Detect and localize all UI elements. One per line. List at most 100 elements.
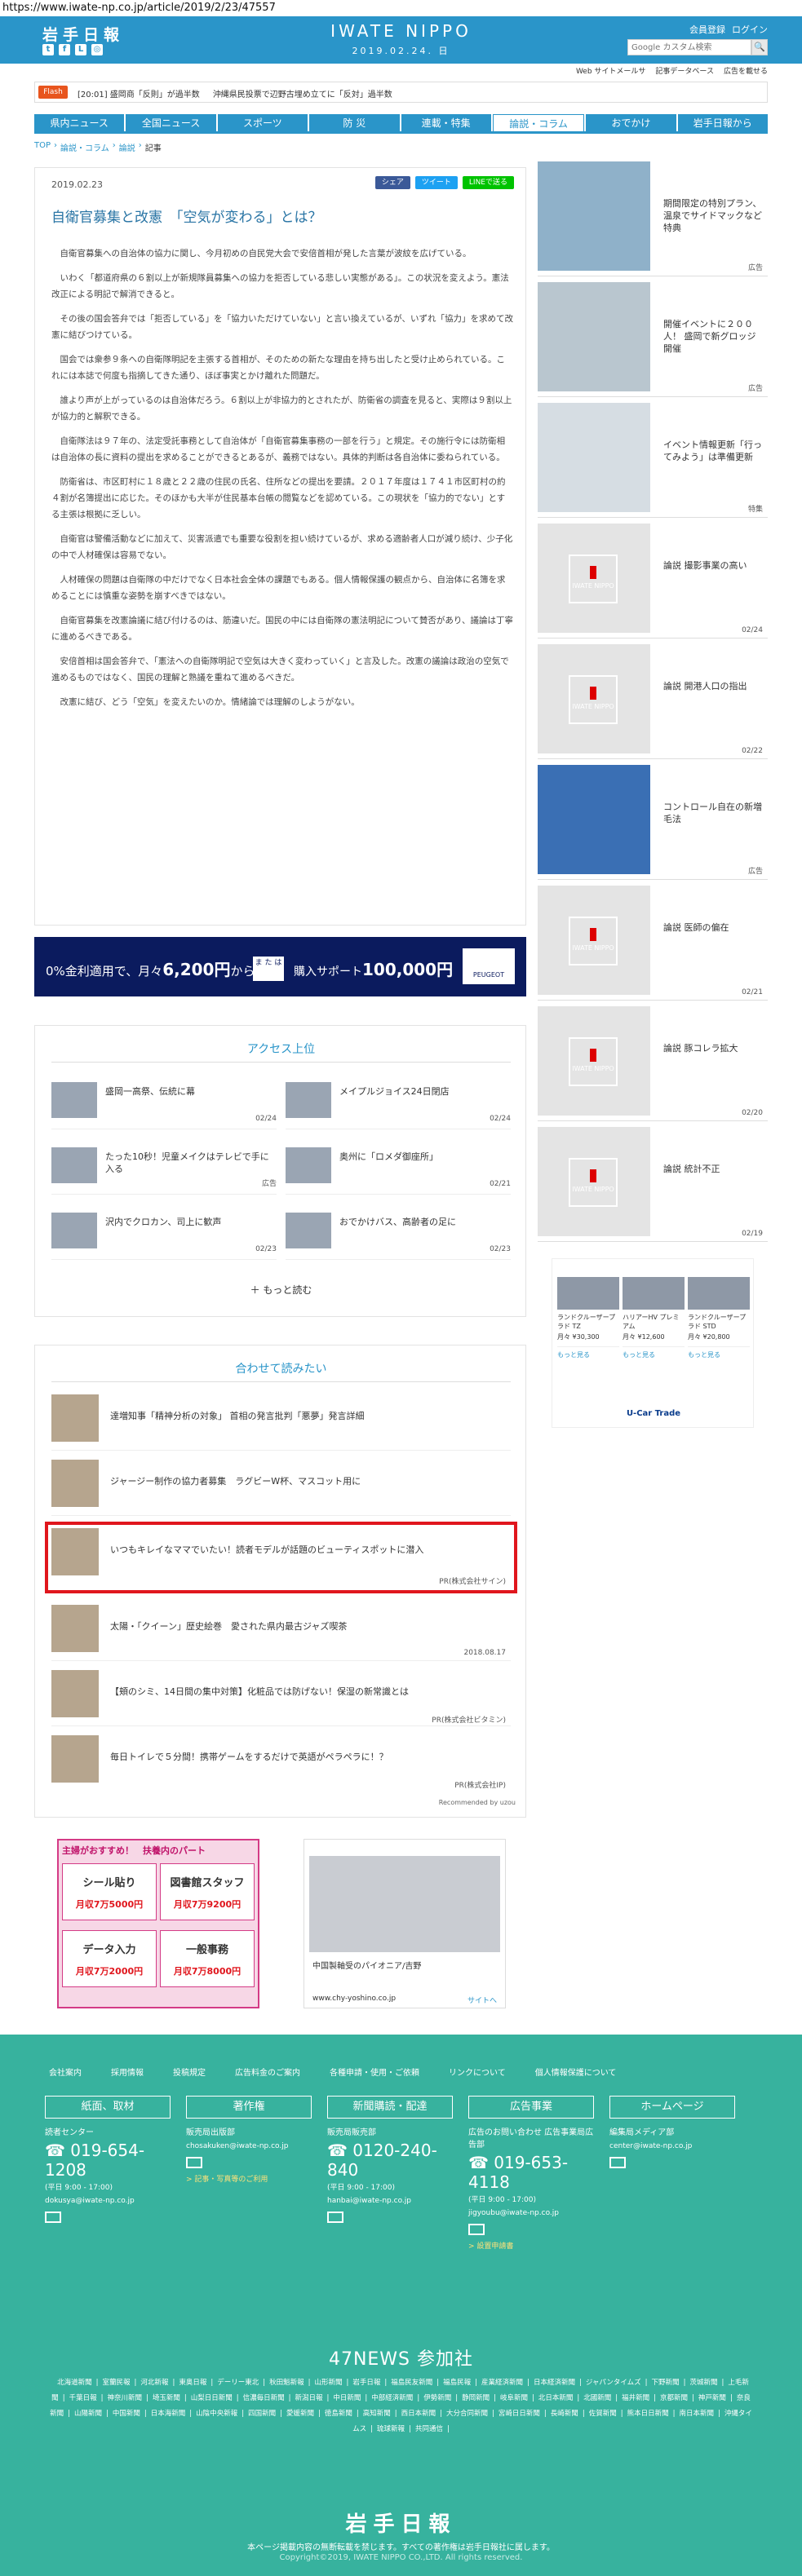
flash-item[interactable]: [20:01] 盛岡商「反則」が過半数 [78, 87, 200, 99]
recommended-item[interactable]: 毎日トイレで５分間！携帯ゲームをするだけで英語がペラペラに！？ PR(株式会社I… [51, 1735, 511, 1791]
ranking-item[interactable]: 奥州に「ロメダ御座所」 02/21 [286, 1144, 511, 1195]
partner-link[interactable]: 中部経済新聞 [371, 2394, 413, 2402]
sidebar-card[interactable]: コントロール自在の新増毛法 広告 [538, 765, 768, 880]
partner-link[interactable]: 琉球新報 [377, 2425, 405, 2433]
car-more-button[interactable]: もっと見る [623, 1346, 685, 1359]
search-input[interactable] [627, 39, 751, 55]
sidebar-card[interactable]: 開催イベントに２００人！ 盛岡で新グロッジ開催 広告 [538, 282, 768, 397]
nav-item[interactable]: 防 災 [309, 114, 400, 131]
partner-link[interactable]: 徳島新聞 [325, 2410, 352, 2418]
phone-number[interactable]: ☎ 0120-240-840 [327, 2141, 458, 2180]
partner-link[interactable]: 東奥日報 [179, 2379, 206, 2387]
line-share-button[interactable]: LINEで送る [462, 176, 514, 189]
partner-link[interactable]: 岩手日報 [352, 2379, 380, 2387]
partner-link[interactable]: 信濃毎日新聞 [243, 2394, 285, 2402]
partner-link[interactable]: 秋田魁新報 [269, 2379, 304, 2387]
partner-link[interactable]: 河北新報 [140, 2379, 168, 2387]
nav-item[interactable]: 全国ニュース [126, 114, 216, 131]
sublink[interactable]: 記事データベース [655, 65, 714, 76]
partner-link[interactable]: 南日本新聞 [679, 2410, 714, 2418]
search-button[interactable]: 🔍 [751, 39, 768, 55]
partner-link[interactable]: 茨城新聞 [689, 2379, 717, 2387]
nav-item[interactable]: 県内ニュース [34, 114, 125, 131]
car-ad[interactable]: ランドクルーザープラド TZ 月々 ¥30,300 もっと見る ハリアーHV プ… [552, 1258, 754, 1428]
mail-icon[interactable] [327, 2211, 343, 2223]
url-bar[interactable]: https://www.iwate-np.co.jp/article/2019/… [0, 0, 802, 16]
tweet-button[interactable]: ツイート [414, 176, 458, 189]
partner-link[interactable]: 伊勢新聞 [423, 2394, 451, 2402]
car-item[interactable]: ランドクルーザープラド STD 月々 ¥20,800 もっと見る [688, 1277, 750, 1359]
phone-number[interactable]: ☎ 019-654-1208 [45, 2141, 175, 2180]
mail-icon[interactable] [186, 2157, 202, 2168]
nav-item[interactable]: スポーツ [217, 114, 308, 131]
info-link[interactable]: > 記事・写真等のご利用 [186, 2173, 317, 2184]
partner-link[interactable]: 室蘭民報 [103, 2379, 131, 2387]
partner-link[interactable]: ジャパンタイムズ [586, 2379, 641, 2387]
recommended-item[interactable]: 【頬のシミ、14日間の集中対策】化粧品では防げない！保湿の新常識とは PR(株式… [51, 1670, 511, 1726]
partner-link[interactable]: 佐賀新聞 [589, 2410, 617, 2418]
email-link[interactable]: hanbai@iwate-np.co.jp [327, 2197, 458, 2205]
partner-link[interactable]: 日本海新聞 [151, 2410, 186, 2418]
partner-link[interactable]: 中国新聞 [113, 2410, 140, 2418]
partner-link[interactable]: 下野新聞 [652, 2379, 680, 2387]
info-link[interactable]: > 設置申請書 [468, 2240, 599, 2251]
footer-link[interactable]: 投稿規定 [173, 2066, 206, 2078]
sidebar-card[interactable]: IWATE NIPPO 論説 医師の偏在 02/21 [538, 886, 768, 1001]
mail-icon[interactable] [45, 2211, 61, 2223]
nav-item[interactable]: 岩手日報から [677, 114, 768, 131]
mail-icon[interactable] [468, 2224, 485, 2235]
email-link[interactable]: center@iwate-np.co.jp [609, 2142, 740, 2150]
ranking-item[interactable]: メイプルジョイス24日閉店 02/24 [286, 1079, 511, 1129]
partner-link[interactable]: 熊本日日新聞 [627, 2410, 669, 2418]
footer-link[interactable]: 各種申請・使用・ご依頼 [330, 2066, 419, 2078]
facebook-share-button[interactable]: シェア [374, 176, 410, 189]
partner-link[interactable]: 新潟日報 [295, 2394, 323, 2402]
sidebar-card[interactable]: IWATE NIPPO 論説 撮影事業の高い 02/24 [538, 524, 768, 638]
nav-item-active[interactable]: 論説・コラム [492, 114, 585, 131]
partner-link[interactable]: 日本経済新聞 [534, 2379, 575, 2387]
sidebar-card[interactable]: 期間限定の特別プラン、温泉でサイドマックなど特典 広告 [538, 161, 768, 276]
partner-link[interactable]: 山陽新聞 [74, 2410, 102, 2418]
sidebar-card[interactable]: IWATE NIPPO 論説 開港人口の指出 02/22 [538, 644, 768, 759]
email-link[interactable]: chosakuken@iwate-np.co.jp [186, 2142, 317, 2150]
partner-link[interactable]: 愛媛新聞 [286, 2410, 314, 2418]
recommended-item[interactable]: 太陽・「クイーン」歴史絵巻 愛された県内最古ジャズ喫茶 2018.08.17 [51, 1605, 511, 1661]
partner-link[interactable]: 千葉日報 [69, 2394, 97, 2402]
email-link[interactable]: jigyoubu@iwate-np.co.jp [468, 2209, 599, 2217]
footer-link[interactable]: 広告料金のご案内 [235, 2066, 300, 2078]
sidebar-card[interactable]: IWATE NIPPO 論説 豚コレラ拡大 02/20 [538, 1006, 768, 1121]
partner-link[interactable]: 西日本新聞 [401, 2410, 436, 2418]
partner-link[interactable]: 神戸新聞 [698, 2394, 726, 2402]
partner-link[interactable]: 山形新聞 [314, 2379, 342, 2387]
ad-site-link[interactable]: サイトへ [467, 1995, 497, 2005]
partner-link[interactable]: 埼玉新聞 [153, 2394, 180, 2402]
mail-icon[interactable] [609, 2157, 626, 2168]
ranking-item[interactable]: 沢内でクロカン、司上に歓声 02/23 [51, 1209, 277, 1260]
ranking-item[interactable]: おでかけバス、高齢者の足に 02/23 [286, 1209, 511, 1260]
partner-link[interactable]: 北海道新聞 [57, 2379, 92, 2387]
login-link[interactable]: ログイン [732, 23, 768, 36]
partner-link[interactable]: デーリー東北 [217, 2379, 259, 2387]
car-item[interactable]: ハリアーHV プレミアム 月々 ¥12,600 もっと見る [623, 1277, 685, 1359]
partner-link[interactable]: 福島民報 [443, 2379, 471, 2387]
ranking-item[interactable]: 盛岡一高祭、伝統に幕 02/24 [51, 1079, 277, 1129]
partner-link[interactable]: 神奈川新聞 [107, 2394, 142, 2402]
footer-logo[interactable]: 岩手日報 [0, 2508, 802, 2538]
partner-link[interactable]: 京都新聞 [660, 2394, 688, 2402]
partner-link[interactable]: 高知新聞 [363, 2410, 391, 2418]
ranking-item[interactable]: たった10秒！児童メイクはテレビで手に入る 広告 [51, 1144, 277, 1195]
partner-link[interactable]: 山陰中央新報 [196, 2410, 237, 2418]
partner-link[interactable]: 北國新聞 [583, 2394, 611, 2402]
banner-ad[interactable]: 0%金利適用で、月々6,200円から ま た は 購入サポート100,000円 … [34, 937, 526, 996]
sidebar-card[interactable]: イベント情報更新「行ってみよう」は準備更新 特集 [538, 403, 768, 518]
footer-link[interactable]: 会社案内 [49, 2066, 82, 2078]
footer-link[interactable]: 採用情報 [111, 2066, 144, 2078]
partner-link[interactable]: 宮崎日日新聞 [498, 2410, 540, 2418]
sublink[interactable]: 広告を載せる [724, 65, 768, 76]
breadcrumb-item[interactable]: 論説 [119, 141, 135, 153]
car-more-button[interactable]: もっと見る [688, 1346, 750, 1359]
partner-link[interactable]: 共同通信 [415, 2425, 443, 2433]
partner-link[interactable]: 四国新聞 [248, 2410, 276, 2418]
jobs-ad[interactable]: 主婦がおすすめ！ 扶養内のパート シール貼り 月収7万5000円 図書館スタッフ月… [57, 1839, 259, 2008]
recommended-item[interactable]: 達増知事「精神分析の対象」 首相の発言批判「悪夢」発言詳細 [51, 1394, 511, 1451]
